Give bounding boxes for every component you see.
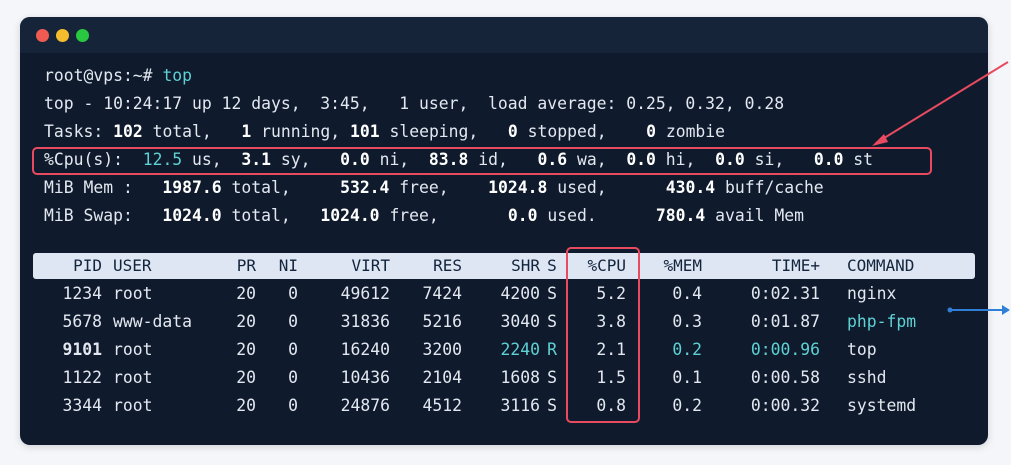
shr-header[interactable]: SHR [485, 256, 540, 276]
state-header[interactable]: S [544, 256, 560, 276]
cell-res: 2104 [422, 368, 462, 387]
cell-pid: 5678 [62, 312, 102, 331]
cell-res: 4512 [422, 396, 462, 415]
cell-pid: 1122 [62, 368, 102, 387]
ni-header[interactable]: NI [274, 256, 298, 276]
minimize-window-button[interactable] [56, 29, 69, 42]
cell-s: S [547, 284, 557, 303]
cell-user: root [113, 368, 153, 387]
maximize-window-button[interactable] [76, 29, 89, 42]
cell-user: www-data [113, 312, 192, 331]
cell-s: S [547, 368, 557, 387]
cell-command: nginx [847, 284, 897, 303]
cell-pr: 20 [236, 396, 256, 415]
cell-s: S [547, 396, 557, 415]
cell-pr: 20 [236, 312, 256, 331]
cell-pr: 20 [236, 284, 256, 303]
cell-time: 0:01.87 [750, 312, 820, 331]
cell-shr: 3040 [500, 312, 540, 331]
cell-virt: 24876 [340, 396, 390, 415]
cell-res: 7424 [422, 284, 462, 303]
cell-user: root [113, 340, 153, 359]
swap-line: MiB Swap: 1024.0 total, 1024.0 free, 0.0… [44, 206, 804, 225]
cell-virt: 16240 [340, 340, 390, 359]
cell-time: 0:00.58 [750, 368, 820, 387]
cell-shr: 1608 [500, 368, 540, 387]
virt-header[interactable]: VIRT [318, 256, 390, 276]
typed-command: top [162, 66, 193, 85]
cell-pr: 20 [236, 368, 256, 387]
cell-mem: 0.1 [672, 368, 702, 387]
title-bar [20, 17, 988, 53]
cell-ni: 0 [288, 340, 298, 359]
cell-s: S [547, 312, 557, 331]
cell-user: root [113, 284, 153, 303]
cell-s: R [547, 340, 557, 359]
command-header[interactable]: COMMAND [847, 256, 967, 276]
cell-mem: 0.2 [672, 396, 702, 415]
cell-time: 0:00.96 [750, 340, 820, 359]
cell-command: top [847, 340, 877, 359]
pr-header[interactable]: PR [226, 256, 256, 276]
mem-header[interactable]: %MEM [642, 256, 702, 276]
cell-mem: 0.4 [672, 284, 702, 303]
cpu-line: %Cpu(s): 12.5 us, 3.1 sy, 0.0 ni, 83.8 i… [44, 150, 874, 169]
cell-ni: 0 [288, 312, 298, 331]
tasks-line: Tasks: 102 total, 1 running, 101 sleepin… [44, 122, 726, 141]
prompt: root@vps:~# [44, 66, 153, 85]
cell-ni: 0 [288, 396, 298, 415]
cell-shr: 2240 [500, 340, 540, 359]
cell-shr: 4200 [500, 284, 540, 303]
process-arrow-head [1002, 305, 1010, 315]
cell-virt: 49612 [340, 284, 390, 303]
cell-time: 0:02.31 [750, 284, 820, 303]
cell-res: 3200 [422, 340, 462, 359]
cell-pr: 20 [236, 340, 256, 359]
cell-mem: 0.2 [672, 340, 702, 359]
cell-command: systemd [847, 396, 917, 415]
time-header[interactable]: TIME+ [720, 256, 820, 276]
cell-command: sshd [847, 368, 887, 387]
uptime-line: top - 10:24:17 up 12 days, 3:45, 1 user,… [44, 94, 785, 113]
user-header[interactable]: USER [113, 256, 223, 276]
cell-time: 0:00.32 [750, 396, 820, 415]
cell-virt: 31836 [340, 312, 390, 331]
terminal-window: root@vps:~# top top - 10:24:17 up 12 day… [20, 17, 988, 445]
cell-pid: 9101 [62, 340, 102, 359]
prompt-line: root@vps:~# top [44, 66, 192, 86]
close-window-button[interactable] [36, 29, 49, 42]
mem-line: MiB Mem : 1987.6 total, 532.4 free, 1024… [44, 178, 824, 197]
cell-virt: 10436 [340, 368, 390, 387]
cpu-column-highlight-box [566, 247, 640, 423]
cell-command: php-fpm [847, 312, 917, 331]
cell-pid: 3344 [62, 396, 102, 415]
cell-shr: 3116 [500, 396, 540, 415]
cell-mem: 0.3 [672, 312, 702, 331]
pid-header[interactable]: PID [50, 256, 102, 276]
cell-ni: 0 [288, 368, 298, 387]
cell-ni: 0 [288, 284, 298, 303]
cell-res: 5216 [422, 312, 462, 331]
cell-pid: 1234 [62, 284, 102, 303]
res-header[interactable]: RES [402, 256, 462, 276]
cell-user: root [113, 396, 153, 415]
